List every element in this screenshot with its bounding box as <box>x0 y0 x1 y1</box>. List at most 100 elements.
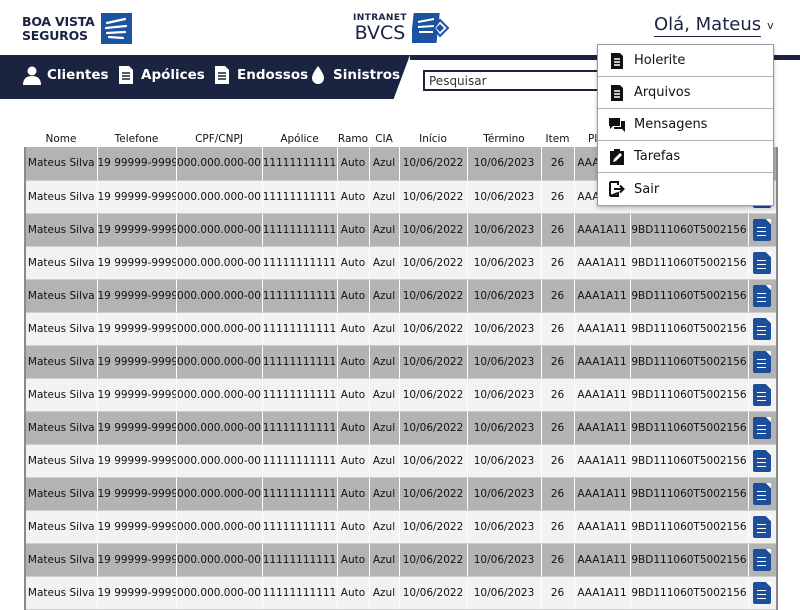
table-cell: 000.000.000-00 <box>176 213 263 247</box>
table-row[interactable]: Mateus Silva 19 99999-9999 000.000.000-00 1… <box>24 345 778 379</box>
table-cell: 26 <box>541 279 575 313</box>
table-row[interactable]: Mateus Silva 19 99999-9999 000.000.000-00 1… <box>24 444 778 478</box>
table-cell: Azul <box>369 543 400 577</box>
table-cell: Mateus Silva <box>24 279 98 313</box>
nav-item-clientes[interactable]: Clientes <box>22 65 109 85</box>
table-row[interactable]: Mateus Silva 19 99999-9999 000.000.000-00 1… <box>24 576 778 610</box>
document-icon[interactable] <box>753 383 772 406</box>
document-icon[interactable] <box>753 284 772 307</box>
table-cell: 10/06/2022 <box>399 477 468 511</box>
table-row[interactable]: Mateus Silva 19 99999-9999 000.000.000-00 1… <box>24 378 778 412</box>
table-cell: 9BD111060T5002156 <box>630 312 749 346</box>
document-icon[interactable] <box>753 317 772 340</box>
document-icon[interactable] <box>753 251 772 274</box>
table-row[interactable]: Mateus Silva 19 99999-9999 000.000.000-00 1… <box>24 510 778 544</box>
table-cell: Auto <box>337 378 370 412</box>
nav-item-endossos[interactable]: Endossos <box>212 65 308 85</box>
table-cell: 000.000.000-00 <box>176 345 263 379</box>
table-cell: 11111111111 <box>262 378 338 412</box>
menu-item-sair[interactable]: Sair <box>598 173 773 205</box>
document-icon[interactable] <box>753 581 772 604</box>
menu-item-label: Sair <box>634 181 660 197</box>
table-cell: 9BD111060T5002156 <box>630 411 749 445</box>
table-cell: 000.000.000-00 <box>176 312 263 346</box>
table-cell: Auto <box>337 510 370 544</box>
table-cell: 19 99999-9999 <box>97 180 177 214</box>
table-cell: 26 <box>541 411 575 445</box>
table-cell: 10/06/2022 <box>399 345 468 379</box>
table-cell: Auto <box>337 279 370 313</box>
brand-logo[interactable]: BOA VISTA SEGUROS <box>22 13 132 44</box>
table-cell: Mateus Silva <box>24 378 98 412</box>
table-cell: 10/06/2023 <box>467 411 542 445</box>
table-cell: 10/06/2023 <box>467 279 542 313</box>
table-cell: 10/06/2022 <box>399 180 468 214</box>
table-row[interactable]: Mateus Silva 19 99999-9999 000.000.000-00 1… <box>24 477 778 511</box>
table-cell: 11111111111 <box>262 411 338 445</box>
user-menu-toggle[interactable]: Olá, Mateus v <box>654 14 774 37</box>
menu-item-holerite[interactable]: Holerite <box>598 45 773 77</box>
table-cell: 19 99999-9999 <box>97 411 177 445</box>
menu-item-mensagens[interactable]: Mensagens <box>598 109 773 141</box>
table-cell: Auto <box>337 444 370 478</box>
table-cell: Auto <box>337 213 370 247</box>
table-cell: 26 <box>541 477 575 511</box>
table-cell: 19 99999-9999 <box>97 477 177 511</box>
table-cell: 19 99999-9999 <box>97 543 177 577</box>
brand-line1: BOA VISTA <box>22 13 95 29</box>
table-cell: 10/06/2022 <box>399 444 468 478</box>
table-cell: 10/06/2022 <box>399 576 468 610</box>
table-cell: Azul <box>369 576 400 610</box>
table-cell: 9BD111060T5002156 <box>630 444 749 478</box>
table-cell: AAA1A11 <box>574 345 631 379</box>
document-icon[interactable] <box>753 548 772 571</box>
menu-item-arquivos[interactable]: Arquivos <box>598 77 773 109</box>
table-cell: 9BD111060T5002156 <box>630 279 749 313</box>
search-input[interactable] <box>423 70 603 91</box>
table-cell: 11111111111 <box>262 444 338 478</box>
document-icon[interactable] <box>753 416 772 439</box>
table-cell: 26 <box>541 312 575 346</box>
document-icon[interactable] <box>753 218 772 241</box>
table-cell-action <box>748 246 778 280</box>
table-cell: 11111111111 <box>262 543 338 577</box>
table-row[interactable]: Mateus Silva 19 99999-9999 000.000.000-00 1… <box>24 312 778 346</box>
table-cell: AAA1A11 <box>574 411 631 445</box>
table-cell-action <box>748 411 778 445</box>
table-row[interactable]: Mateus Silva 19 99999-9999 000.000.000-00 1… <box>24 279 778 313</box>
column-header: Telefone <box>114 133 159 145</box>
table-cell: 26 <box>541 378 575 412</box>
table-cell: 10/06/2022 <box>399 510 468 544</box>
table-cell: Auto <box>337 576 370 610</box>
table-cell: 19 99999-9999 <box>97 279 177 313</box>
person-icon <box>23 66 41 85</box>
table-row[interactable]: Mateus Silva 19 99999-9999 000.000.000-00 1… <box>24 246 778 280</box>
table-cell: Azul <box>369 378 400 412</box>
document-icon[interactable] <box>753 449 772 472</box>
table-cell: 10/06/2023 <box>467 543 542 577</box>
table-cell: 000.000.000-00 <box>176 444 263 478</box>
table-row[interactable]: Mateus Silva 19 99999-9999 000.000.000-00 1… <box>24 411 778 445</box>
table-cell: Mateus Silva <box>24 477 98 511</box>
document-icon[interactable] <box>753 515 772 538</box>
nav-item-apolices[interactable]: Apólices <box>116 65 205 85</box>
table-row[interactable]: Mateus Silva 19 99999-9999 000.000.000-00 1… <box>24 213 778 247</box>
menu-item-label: Mensagens <box>634 117 708 132</box>
menu-item-tarefas[interactable]: Tarefas <box>598 141 773 173</box>
table-cell: Mateus Silva <box>24 411 98 445</box>
table-cell: Azul <box>369 510 400 544</box>
nav-item-sinistros[interactable]: Sinistros <box>308 65 400 85</box>
table-cell: 9BD111060T5002156 <box>630 378 749 412</box>
bvcs-label: BVCS <box>354 22 406 44</box>
intranet-logo[interactable]: INTRANET BVCS <box>353 10 452 46</box>
document-icon[interactable] <box>753 482 772 505</box>
document-icon[interactable] <box>753 350 772 373</box>
table-cell: Azul <box>369 213 400 247</box>
table-cell: 000.000.000-00 <box>176 279 263 313</box>
table-cell-action <box>748 279 778 313</box>
main-nav: Clientes Apólices Endossos Sinistros <box>0 55 410 99</box>
menu-item-label: Holerite <box>634 53 686 68</box>
table-cell: 000.000.000-00 <box>176 543 263 577</box>
table-cell-action <box>748 378 778 412</box>
table-row[interactable]: Mateus Silva 19 99999-9999 000.000.000-00 1… <box>24 543 778 577</box>
